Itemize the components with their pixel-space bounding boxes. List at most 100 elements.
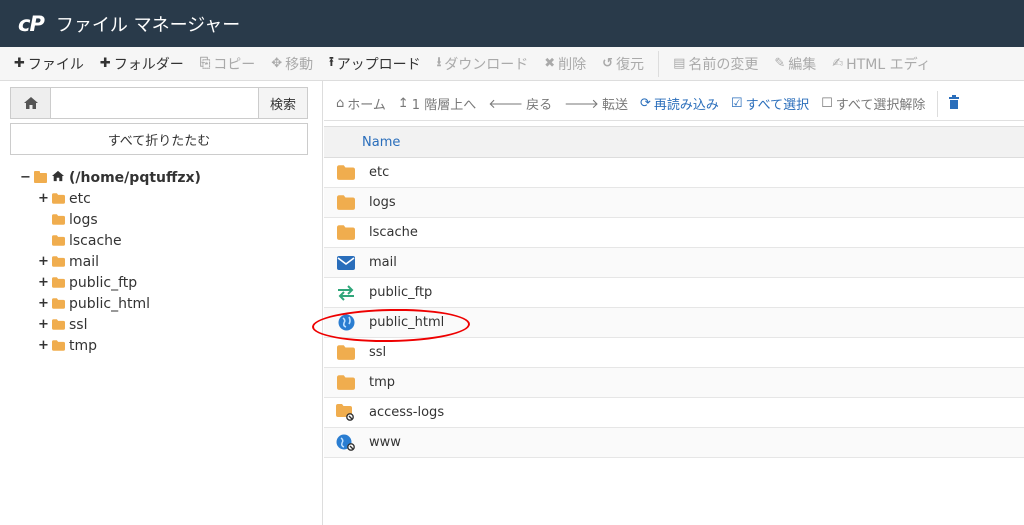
home-icon: ⌂: [336, 96, 345, 111]
folder-link-icon: [336, 403, 356, 423]
expand-plus-icon[interactable]: +: [38, 296, 50, 311]
file-name: tmp: [369, 375, 396, 390]
plus-icon: ✚: [99, 56, 111, 71]
file-row-www[interactable]: www: [324, 428, 1024, 458]
directory-tree-panel: 検索 すべて折りたたむ − (/home/pqtuffzx) + etc logs l…: [0, 81, 323, 525]
file-row-access-logs[interactable]: access-logs: [324, 398, 1024, 428]
folder-icon: [52, 235, 65, 246]
delete-icon: ✖: [544, 56, 556, 71]
trash-icon[interactable]: [948, 94, 960, 113]
edit-button[interactable]: ✎ 編集: [766, 47, 824, 80]
globe-icon: [336, 313, 356, 333]
expand-plus-icon[interactable]: +: [38, 338, 50, 353]
home-button[interactable]: [10, 87, 51, 119]
file-name: ssl: [369, 345, 387, 360]
toolbar-divider: [937, 90, 939, 117]
file-row-etc[interactable]: etc: [324, 158, 1024, 188]
copy-button[interactable]: ⎘ コピー: [192, 47, 263, 80]
transfer-icon: [336, 283, 356, 303]
file-row-public-html[interactable]: public_html: [324, 308, 1024, 338]
globe-link-icon: [336, 433, 356, 453]
refresh-icon: ⟳: [639, 96, 651, 111]
file-name: logs: [369, 195, 396, 210]
expand-plus-icon[interactable]: +: [38, 275, 50, 290]
folder-icon: [336, 193, 356, 213]
rename-button[interactable]: ▤ 名前の変更: [665, 47, 766, 80]
navigation-toolbar: ⌂ ホーム ↥ 1 階層上へ 🡐 戻る 🡒 転送 ⟳ 再読み込み ☑ すべて選択 ☐ すべて選…: [324, 87, 1024, 121]
tree-item-ssl[interactable]: + ssl: [38, 314, 310, 335]
restore-button[interactable]: ↺ 復元: [594, 47, 652, 80]
restore-icon: ↺: [602, 56, 614, 71]
delete-button[interactable]: ✖ 削除: [536, 47, 594, 80]
file-name: access-logs: [369, 405, 445, 420]
search-bar: 検索: [10, 87, 308, 119]
file-table: Name etc logs lscache mail public_ftp public_…: [324, 126, 1024, 458]
file-row-logs[interactable]: logs: [324, 188, 1024, 218]
tree-item-etc[interactable]: + etc: [38, 188, 310, 209]
mail-icon: [336, 253, 356, 273]
move-icon: ✥: [271, 56, 283, 71]
file-row-ssl[interactable]: ssl: [324, 338, 1024, 368]
tree-item-label: ssl: [69, 316, 88, 333]
folder-icon: [52, 298, 65, 309]
level-up-icon: ↥: [397, 96, 409, 111]
html-editor-button[interactable]: ✍ HTML エディ: [824, 47, 938, 80]
expand-plus-icon[interactable]: +: [38, 254, 50, 269]
new-folder-button[interactable]: ✚ フォルダー: [92, 47, 192, 80]
arrow-left-icon: 🡐: [488, 96, 524, 112]
file-row-mail[interactable]: mail: [324, 248, 1024, 278]
new-file-button[interactable]: ✚ ファイル: [6, 47, 92, 80]
deselect-all-button[interactable]: ☐ すべて選択解除: [815, 87, 931, 120]
collapse-all-button[interactable]: すべて折りたたむ: [10, 123, 308, 155]
folder-icon: [52, 277, 65, 288]
folder-icon: [336, 223, 356, 243]
name-column-header[interactable]: Name: [362, 135, 400, 150]
search-button[interactable]: 検索: [258, 87, 308, 119]
home-icon: [51, 170, 65, 186]
html-edit-icon: ✍: [832, 56, 844, 71]
checkbox-checked-icon: ☑: [730, 96, 743, 111]
select-all-button[interactable]: ☑ すべて選択: [725, 87, 815, 120]
tree-item-label: etc: [69, 190, 91, 207]
tree-item-logs[interactable]: logs: [38, 209, 310, 230]
upload-button[interactable]: ⭱ アップロード: [321, 47, 429, 80]
folder-icon: [52, 193, 65, 204]
directory-tree: − (/home/pqtuffzx) + etc logs lscache + mail +…: [20, 167, 310, 356]
file-row-public-ftp[interactable]: public_ftp: [324, 278, 1024, 308]
up-one-level-button[interactable]: ↥ 1 階層上へ: [392, 87, 482, 120]
nav-home-button[interactable]: ⌂ ホーム: [330, 87, 392, 120]
file-list-panel: ⌂ ホーム ↥ 1 階層上へ 🡐 戻る 🡒 転送 ⟳ 再読み込み ☑ すべて選択 ☐ すべて選…: [324, 81, 1024, 525]
expand-plus-icon[interactable]: +: [38, 317, 50, 332]
file-row-tmp[interactable]: tmp: [324, 368, 1024, 398]
expand-plus-icon[interactable]: +: [38, 191, 50, 206]
folder-icon: [336, 343, 356, 363]
tree-item-label: mail: [69, 253, 99, 270]
reload-button[interactable]: ⟳ 再読み込み: [634, 87, 725, 120]
folder-icon: [52, 319, 65, 330]
download-icon: ⭳: [436, 54, 442, 70]
edit-icon: ✎: [774, 56, 786, 71]
upload-icon: ⭱: [329, 54, 334, 70]
forward-button[interactable]: 🡒 転送: [558, 87, 634, 120]
move-button[interactable]: ✥ 移動: [263, 47, 321, 80]
download-button[interactable]: ⭳ ダウンロード: [429, 47, 537, 80]
tree-item-label: logs: [69, 211, 98, 228]
folder-icon: [52, 214, 65, 225]
file-name: mail: [369, 255, 397, 270]
file-name: etc: [369, 165, 390, 180]
tree-item-lscache[interactable]: lscache: [38, 230, 310, 251]
tree-item-public-ftp[interactable]: + public_ftp: [38, 272, 310, 293]
main-toolbar: ✚ ファイル ✚ フォルダー ⎘ コピー ✥ 移動 ⭱ アップロード ⭳ ダウンロード ✖ 削…: [0, 47, 1024, 81]
collapse-toggle-icon[interactable]: −: [20, 170, 32, 185]
folder-icon: [52, 340, 65, 351]
file-row-lscache[interactable]: lscache: [324, 218, 1024, 248]
tree-root[interactable]: − (/home/pqtuffzx): [20, 167, 310, 188]
tree-item-mail[interactable]: + mail: [38, 251, 310, 272]
search-input[interactable]: [51, 87, 258, 119]
folder-open-icon: [34, 170, 47, 183]
tree-item-public-html[interactable]: + public_html: [38, 293, 310, 314]
home-icon: [23, 97, 38, 109]
back-button[interactable]: 🡐 戻る: [482, 87, 558, 120]
tree-item-tmp[interactable]: + tmp: [38, 335, 310, 356]
table-header: Name: [324, 126, 1024, 158]
